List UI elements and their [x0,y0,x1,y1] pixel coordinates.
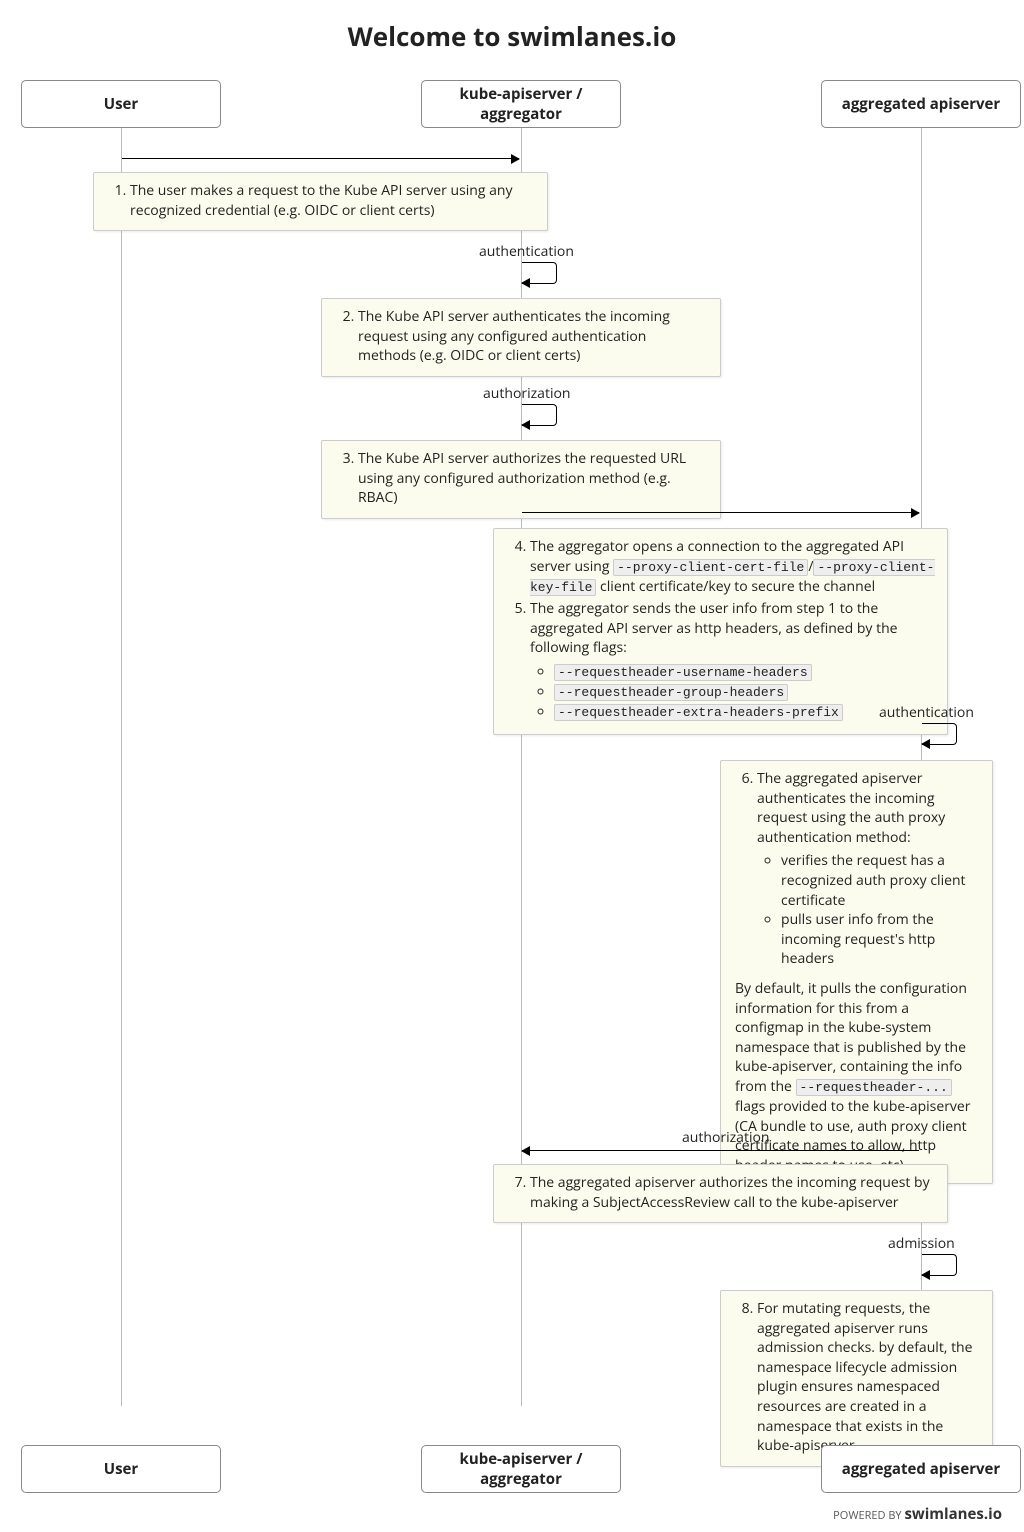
note-3: The Kube API server authorizes the reque… [321,440,721,519]
actor-user-bottom: User [21,1445,221,1493]
selfloop-kube-authz [522,404,557,426]
lifeline-user [121,128,122,1406]
bullet: verifies the request has a recognized au… [781,851,980,910]
flag-item: --requestheader-extra-headers-prefix [554,702,935,722]
actor-user-top: User [21,80,221,128]
arrowhead-icon [521,420,530,430]
note-text: The aggregator opens a connection to the… [530,537,935,597]
note-2: The Kube API server authenticates the in… [321,298,721,377]
actor-label: User [104,94,138,114]
note-text: For mutating requests, the aggregated ap… [757,1299,980,1456]
label-authz-1: authorization [483,384,571,403]
note-text: The aggregator sends the user info from … [530,599,935,722]
note-text: The Kube API server authorizes the reque… [358,449,708,508]
arrow-kube-to-agg [522,512,919,513]
arrowhead-icon [521,1146,530,1156]
diagram-title: Welcome to swimlanes.io [0,18,1024,54]
actor-label: kube-apiserver / aggregator [428,84,614,124]
actor-label: aggregated apiserver [842,1459,1000,1479]
note-7: The aggregated apiserver authorizes the … [493,1164,948,1223]
selfloop-agg-authn [922,723,957,745]
note-text: The aggregated apiserver authorizes the … [530,1173,935,1212]
footer-prefix: POWERED BY [833,1508,904,1523]
arrowhead-icon [921,739,930,749]
flag-item: --requestheader-group-headers [554,682,935,702]
code-flag: --requestheader-group-headers [554,684,788,701]
actor-kube-bottom: kube-apiserver / aggregator [421,1445,621,1493]
actor-agg-top: aggregated apiserver [821,80,1021,128]
actor-label: User [104,1459,138,1479]
note-text: The Kube API server authenticates the in… [358,307,708,366]
footer-brand: swimlanes.io [904,1504,1002,1524]
note-text: The user makes a request to the Kube API… [130,181,535,220]
selfloop-agg-admission [922,1254,957,1276]
arrow-agg-to-kube [522,1150,919,1151]
arrow-user-to-kube [122,158,519,159]
label-authn-1: authentication [479,242,574,261]
actor-label: kube-apiserver / aggregator [428,1449,614,1489]
label-admission: admission [888,1234,955,1253]
note-1: The user makes a request to the Kube API… [93,172,548,231]
actor-kube-top: kube-apiserver / aggregator [421,80,621,128]
footer-credit[interactable]: POWERED BY swimlanes.io [833,1504,1002,1524]
code-flag: --proxy-client-cert-file [613,559,808,576]
note-6: The aggregated apiserver authenticates t… [720,760,993,1184]
note-8: For mutating requests, the aggregated ap… [720,1290,993,1467]
arrowhead-icon [511,154,520,164]
note-text: The aggregated apiserver authenticates t… [757,769,980,969]
label-authn-2: authentication [879,703,974,722]
arrowhead-icon [911,508,920,518]
actor-label: aggregated apiserver [842,94,1000,114]
flag-item: --requestheader-username-headers [554,662,935,682]
bullet: pulls user info from the incoming reques… [781,910,980,969]
code-flag: --requestheader-... [796,1079,952,1096]
arrowhead-icon [921,1270,930,1280]
diagram-canvas: Welcome to swimlanes.io User kube-apiser… [0,0,1024,1532]
code-flag: --requestheader-username-headers [554,664,812,681]
code-flag: --requestheader-extra-headers-prefix [554,704,843,721]
actor-agg-bottom: aggregated apiserver [821,1445,1021,1493]
selfloop-kube-authn [522,262,557,284]
note-paragraph: By default, it pulls the configuration i… [735,979,980,1176]
arrowhead-icon [521,278,530,288]
label-authz-2: authorization [682,1128,770,1147]
